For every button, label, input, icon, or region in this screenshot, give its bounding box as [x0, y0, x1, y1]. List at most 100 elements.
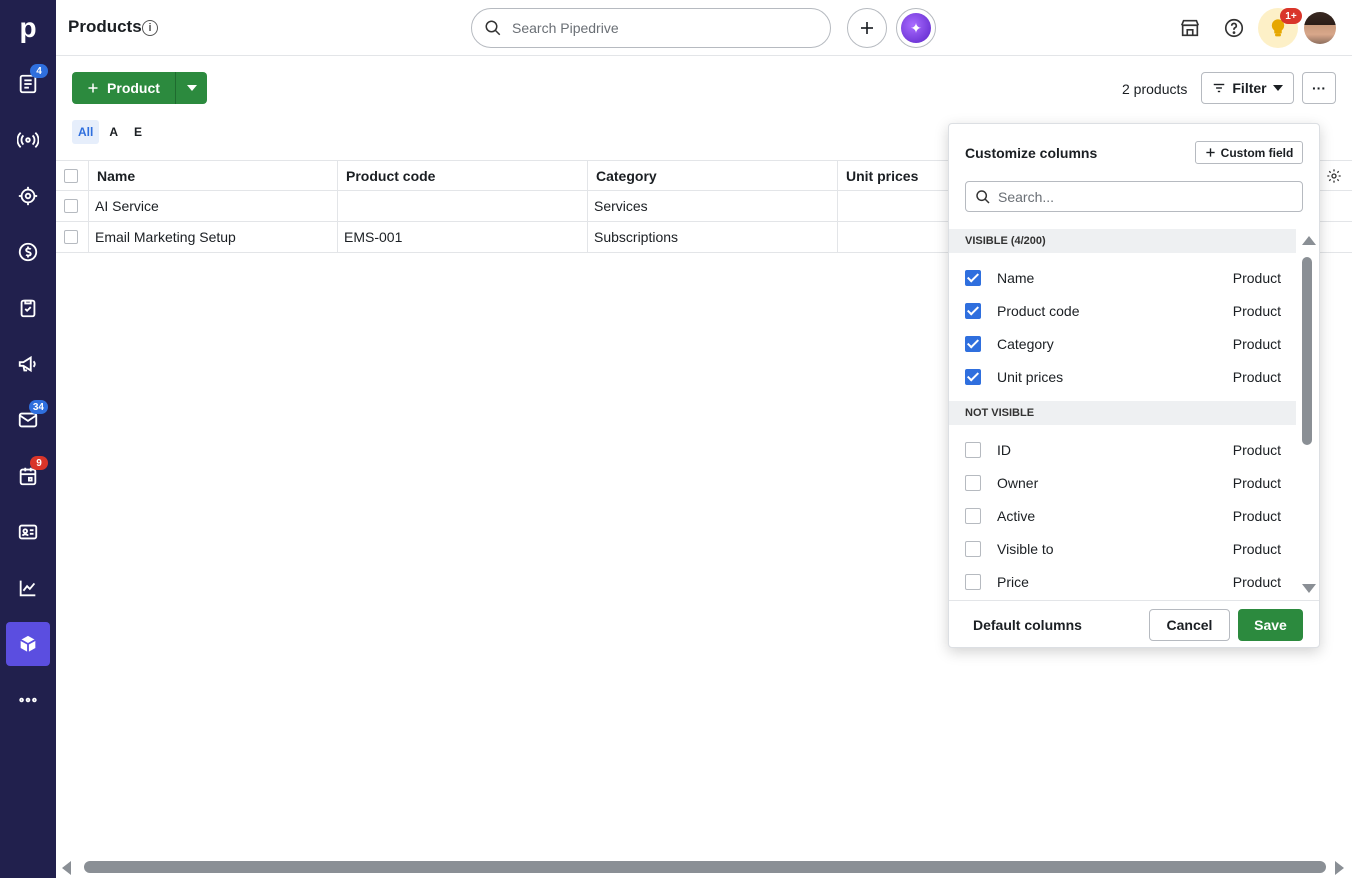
nav-leads[interactable]: 4 [6, 62, 50, 106]
column-checkbox[interactable] [965, 574, 981, 590]
column-option-label: Visible to [997, 541, 1054, 557]
column-header-name[interactable]: Name [89, 161, 338, 190]
more-dots-icon [19, 697, 37, 703]
calendar-badge: 9 [30, 456, 48, 470]
save-button[interactable]: Save [1238, 609, 1303, 641]
nav-target[interactable] [6, 174, 50, 218]
column-header-product-code[interactable]: Product code [338, 161, 588, 190]
nav-tasks[interactable] [6, 286, 50, 330]
gear-icon[interactable] [1326, 168, 1342, 184]
nav-more[interactable] [6, 678, 50, 722]
column-checkbox[interactable] [965, 303, 981, 319]
horizontal-scrollbar[interactable] [56, 856, 1352, 878]
scroll-thumb[interactable] [1302, 257, 1312, 445]
column-option-product-code[interactable]: Product code Product [965, 297, 1281, 325]
column-checkbox[interactable] [965, 508, 981, 524]
column-option-type: Product [1232, 541, 1281, 557]
custom-field-button[interactable]: Custom field [1195, 141, 1303, 164]
scroll-up-arrow-icon[interactable] [1302, 236, 1316, 245]
help-icon[interactable] [1222, 16, 1246, 40]
filter-label: Filter [1232, 80, 1267, 96]
cell-name[interactable]: Email Marketing Setup [89, 222, 338, 252]
column-option-type: Product [1232, 303, 1281, 319]
column-option-label: Name [997, 270, 1035, 286]
filter-button[interactable]: Filter [1201, 72, 1294, 104]
column-checkbox[interactable] [965, 369, 981, 385]
nav-mail[interactable]: 34 [6, 398, 50, 442]
letter-a[interactable]: A [103, 120, 124, 144]
column-checkbox[interactable] [965, 541, 981, 557]
add-product-dropdown[interactable] [175, 72, 207, 104]
column-option-label: ID [997, 442, 1011, 458]
visible-section-header: VISIBLE (4/200) [949, 229, 1296, 253]
column-checkbox[interactable] [965, 442, 981, 458]
column-option-label: Owner [997, 475, 1039, 491]
sparkle-icon: ✦ [901, 13, 931, 43]
cell-product-code[interactable]: EMS-001 [338, 222, 588, 252]
cell-category[interactable]: Subscriptions [588, 222, 838, 252]
marketplace-icon[interactable] [1178, 16, 1202, 40]
page-title: Products [68, 17, 142, 36]
nav-insights[interactable] [6, 566, 50, 610]
leads-badge: 4 [30, 64, 48, 78]
column-search-input[interactable] [998, 188, 1288, 206]
column-option-unit-prices[interactable]: Unit prices Product [965, 363, 1281, 391]
cell-product-code[interactable] [338, 191, 588, 221]
nav-campaigns[interactable] [6, 342, 50, 386]
nav-activity[interactable] [6, 118, 50, 162]
column-option-label: Category [997, 336, 1054, 352]
column-option-category[interactable]: Category Product [965, 330, 1281, 358]
column-option-type: Product [1232, 508, 1281, 524]
search-icon [485, 20, 501, 36]
column-option-visible-to[interactable]: Visible to Product [965, 535, 1281, 563]
letter-e[interactable]: E [128, 120, 148, 144]
notification-badge: 1+ [1280, 8, 1302, 24]
mail-badge: 34 [28, 400, 48, 414]
scroll-right-arrow-icon[interactable] [1335, 861, 1344, 875]
alphabet-filter: All A E [72, 120, 148, 144]
info-icon[interactable]: i [142, 20, 158, 36]
scroll-down-arrow-icon[interactable] [1302, 584, 1316, 593]
nav-deals[interactable] [6, 230, 50, 274]
cancel-button[interactable]: Cancel [1149, 609, 1230, 641]
row-checkbox[interactable] [64, 199, 78, 213]
nav-products[interactable] [6, 622, 50, 666]
global-search-input[interactable] [512, 18, 812, 38]
cell-category[interactable]: Services [588, 191, 838, 221]
nav-calendar[interactable]: 9 [6, 454, 50, 498]
column-search[interactable] [965, 181, 1303, 212]
letter-all[interactable]: All [72, 120, 100, 144]
panel-title: Customize columns [965, 145, 1098, 161]
column-header-category[interactable]: Category [588, 161, 838, 190]
default-columns-button[interactable]: Default columns [965, 609, 1090, 641]
column-option-type: Product [1232, 369, 1281, 385]
ai-assistant-button[interactable]: ✦ [896, 8, 936, 48]
column-option-active[interactable]: Active Product [965, 502, 1281, 530]
not-visible-section-header: NOT VISIBLE [949, 401, 1296, 425]
search-icon [976, 190, 990, 204]
add-product-button[interactable]: Product [72, 72, 175, 104]
row-checkbox[interactable] [64, 230, 78, 244]
column-checkbox[interactable] [965, 336, 981, 352]
column-option-id[interactable]: ID Product [965, 436, 1281, 464]
target-icon [18, 186, 38, 206]
quick-add-button[interactable] [847, 8, 887, 48]
cell-name[interactable]: AI Service [89, 191, 338, 221]
select-all-checkbox[interactable] [64, 168, 78, 183]
global-search[interactable] [471, 8, 831, 48]
column-option-name[interactable]: Name Product [965, 264, 1281, 292]
more-options-button[interactable]: ··· [1302, 72, 1336, 104]
column-checkbox[interactable] [965, 270, 981, 286]
panel-scrollbar[interactable] [1299, 232, 1316, 598]
add-product-label: Product [107, 80, 160, 96]
horizontal-scroll-thumb[interactable] [84, 861, 1326, 873]
plus-icon [1206, 148, 1215, 157]
nav-contacts[interactable] [6, 510, 50, 554]
column-option-price[interactable]: Price Product [965, 568, 1281, 596]
scroll-left-arrow-icon[interactable] [62, 861, 71, 875]
clipboard-check-icon [20, 299, 36, 318]
user-avatar[interactable] [1304, 12, 1336, 44]
pipedrive-logo[interactable]: p [0, 0, 56, 56]
column-option-owner[interactable]: Owner Product [965, 469, 1281, 497]
column-checkbox[interactable] [965, 475, 981, 491]
